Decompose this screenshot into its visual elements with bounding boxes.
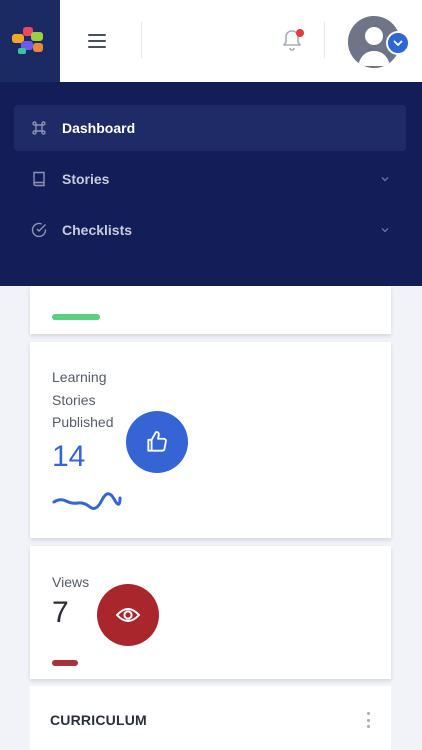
curriculum-card: CURRICULUM <box>30 686 391 750</box>
navigation-menu: Dashboard Stories Checklists <box>0 82 422 286</box>
nav-item-label: Dashboard <box>62 120 136 136</box>
views-count: 7 <box>52 596 69 629</box>
stat-label: Learning Stories Published <box>52 369 114 430</box>
notification-dot <box>296 29 304 37</box>
stat-card <box>30 286 391 334</box>
progress-bar <box>52 660 78 666</box>
stories-count: 14 <box>52 440 86 473</box>
chevron-down-icon[interactable] <box>386 31 410 55</box>
section-title: CURRICULUM <box>50 712 147 728</box>
eye-icon <box>97 584 159 646</box>
views-card: Views 7 <box>30 546 391 679</box>
app-logo[interactable] <box>0 0 60 82</box>
check-circle-icon <box>31 222 47 238</box>
chevron-down-icon <box>381 177 389 182</box>
more-vertical-icon[interactable] <box>365 712 371 728</box>
divider <box>141 22 142 58</box>
chevron-down-icon <box>381 228 389 233</box>
book-icon <box>33 171 45 187</box>
hamburger-icon[interactable] <box>88 30 112 52</box>
sparkline <box>52 492 122 510</box>
nav-item-label: Checklists <box>62 222 133 238</box>
stories-published-card: Learning Stories Published 14 <box>30 342 391 538</box>
progress-bar <box>52 314 100 320</box>
thumbs-up-icon <box>126 411 188 473</box>
nav-item-stories[interactable]: Stories <box>14 156 406 202</box>
nav-item-dashboard[interactable]: Dashboard <box>14 105 406 151</box>
stat-label: Views <box>52 574 90 590</box>
command-icon <box>32 121 46 135</box>
nav-item-checklists[interactable]: Checklists <box>14 207 406 253</box>
top-bar <box>0 0 422 82</box>
nav-item-label: Stories <box>62 171 110 187</box>
divider <box>324 22 325 58</box>
puzzle-logo-icon <box>12 27 43 54</box>
